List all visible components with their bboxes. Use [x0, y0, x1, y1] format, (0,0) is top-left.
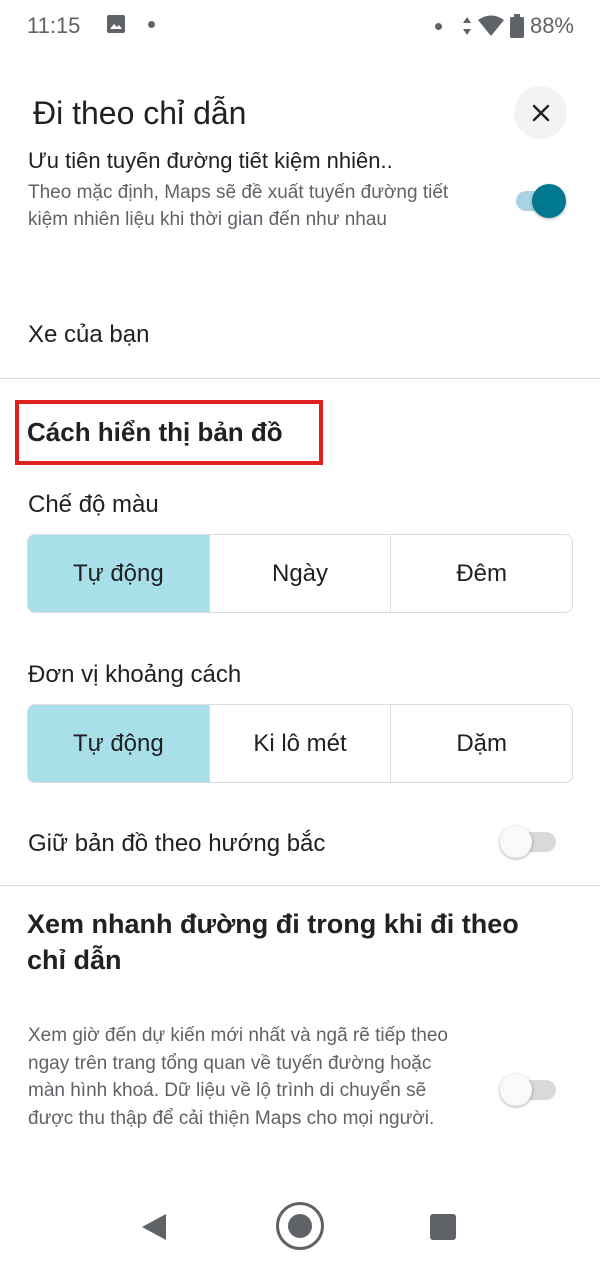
data-arrows-icon	[462, 17, 471, 35]
home-icon[interactable]	[276, 1202, 324, 1250]
toggle-thumb	[532, 184, 566, 218]
page-title: Đi theo chỉ dẫn	[33, 95, 247, 131]
divider	[0, 885, 600, 886]
wifi-icon	[477, 15, 504, 36]
distance-units-km-button[interactable]: Ki lô mét	[210, 705, 392, 782]
distance-units-label: Đơn vị khoảng cách	[28, 661, 242, 688]
color-mode-label: Chế độ màu	[28, 491, 159, 518]
color-mode-segmented-control: Tự động Ngày Đêm	[27, 534, 573, 613]
map-display-heading: Cách hiển thị bản đồ	[27, 417, 283, 447]
toggle-thumb	[500, 826, 532, 858]
image-notification-icon	[107, 15, 125, 33]
settings-scroll-area[interactable]: Ưu tiên tuyến đường tiết kiệm nhiên.. Th…	[0, 140, 600, 1180]
battery-percentage: 88%	[529, 13, 574, 38]
close-icon	[532, 104, 549, 121]
battery-icon	[509, 14, 524, 38]
glanceable-directions-heading: Xem nhanh đường đi trong khi đi theo chỉ…	[27, 909, 519, 975]
color-mode-day-button[interactable]: Ngày	[210, 535, 392, 612]
status-bar: 11:15 88%	[0, 0, 600, 52]
color-mode-night-button[interactable]: Đêm	[391, 535, 572, 612]
page-header: Đi theo chỉ dẫn	[0, 78, 600, 152]
home-inner-dot	[288, 1214, 312, 1238]
keep-north-up-toggle[interactable]	[500, 824, 556, 860]
status-right: 88%	[434, 13, 574, 39]
glanceable-directions-toggle[interactable]	[500, 1072, 556, 1108]
toggle-thumb	[500, 1074, 532, 1106]
notification-dot-icon	[148, 21, 155, 28]
notification-dot-icon	[434, 22, 442, 30]
keep-north-up-label: Giữ bản đồ theo hướng bắc	[28, 830, 326, 857]
back-icon[interactable]	[142, 1214, 166, 1240]
color-mode-auto-button[interactable]: Tự động	[28, 535, 210, 612]
distance-units-segmented-control: Tự động Ki lô mét Dặm	[27, 704, 573, 783]
your-vehicle-row[interactable]: Xe của bạn	[28, 321, 149, 349]
distance-units-auto-button[interactable]: Tự động	[28, 705, 210, 782]
close-button[interactable]	[514, 86, 567, 139]
recent-apps-icon[interactable]	[430, 1214, 456, 1240]
divider	[0, 378, 600, 379]
status-time: 11:15	[27, 13, 81, 38]
glanceable-directions-description: Xem giờ đến dự kiến mới nhất và ngã rẽ t…	[28, 1025, 448, 1129]
distance-units-miles-button[interactable]: Dặm	[391, 705, 572, 782]
fuel-efficient-route-toggle[interactable]	[514, 183, 568, 219]
fuel-efficient-route-description: Theo mặc định, Maps sẽ đề xuất tuyến đườ…	[28, 182, 449, 230]
system-navigation-bar	[0, 1180, 600, 1267]
